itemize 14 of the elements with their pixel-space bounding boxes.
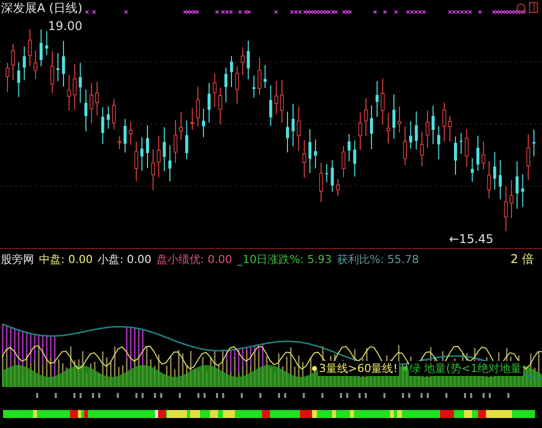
indicator-value: 获利比%: 55.78: [336, 252, 419, 266]
high-price-label: 19.00: [48, 19, 82, 33]
indicator-value: 小盘: 0.00: [98, 252, 152, 266]
scale-label[interactable]: 2 倍: [510, 250, 534, 268]
signal-label: 绿 地量(势<1绝对地量: [408, 361, 523, 376]
chart-title: 深发展A (日线): [1, 0, 82, 17]
window-icon[interactable]: [529, 2, 538, 13]
indicator-value: _10日涨跌%: 5.93: [237, 252, 332, 266]
indicator-value: 盘小绩优: 0.00: [156, 252, 232, 266]
indicator-value: 股旁网: [1, 252, 34, 266]
circle-icon[interactable]: [516, 3, 526, 13]
indicator-value: 中盘: 0.00: [39, 252, 93, 266]
signal-label: 3量线>60量线!: [318, 361, 399, 376]
low-price-label: ←15.45: [449, 232, 494, 246]
